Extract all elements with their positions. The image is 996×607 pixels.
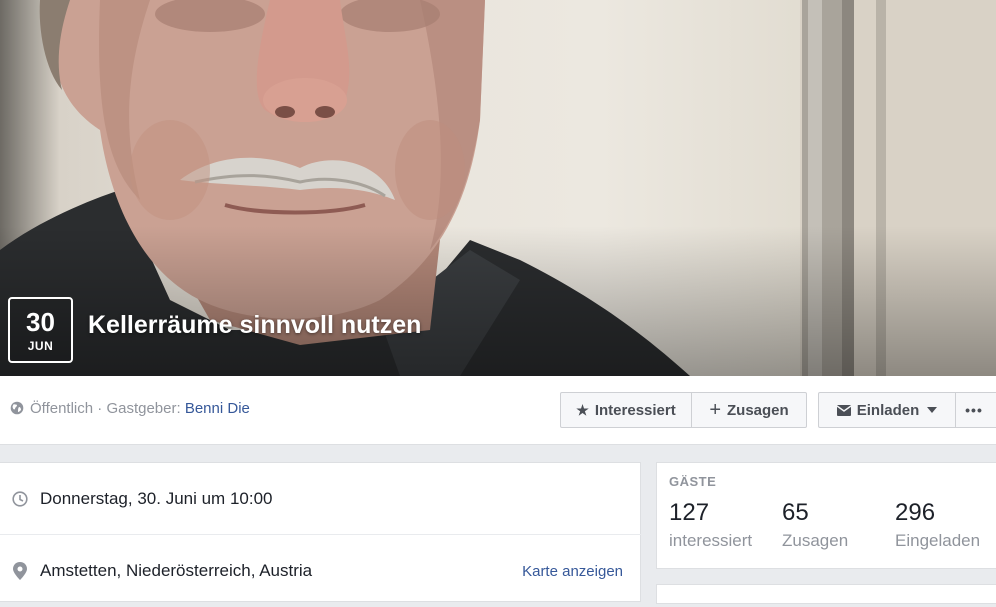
event-action-bar: Öffentlich · Gastgeber: Benni Die ★ Inte… xyxy=(0,376,996,445)
star-icon: ★ xyxy=(576,401,589,418)
interested-count: 127 xyxy=(669,499,710,526)
next-card-stub xyxy=(656,584,996,604)
privacy-label: Öffentlich xyxy=(30,400,94,417)
event-details-card: Donnerstag, 30. Juni um 10:00 Amstetten,… xyxy=(0,462,641,602)
invited-count: 296 xyxy=(895,499,936,526)
guests-title: GÄSTE xyxy=(669,474,717,489)
event-datetime-row[interactable]: Donnerstag, 30. Juni um 10:00 xyxy=(0,463,641,535)
going-button-label: Zusagen xyxy=(727,401,789,419)
guests-card: GÄSTE 127 interessiert 65 Zusagen 296 Ei… xyxy=(656,462,996,569)
guests-invited-stat[interactable]: 296 Eingeladen xyxy=(895,499,980,551)
guests-going-stat[interactable]: 65 Zusagen xyxy=(782,499,848,551)
host-link[interactable]: Benni Die xyxy=(185,400,250,417)
clock-icon xyxy=(0,490,40,507)
event-date-badge: 30 JUN xyxy=(8,297,73,363)
caret-down-icon xyxy=(927,407,938,413)
event-location-row: Amstetten, Niederösterreich, Austria Kar… xyxy=(0,535,641,607)
interested-button-label: Interessiert xyxy=(594,401,676,419)
invited-count-label: Eingeladen xyxy=(895,531,981,550)
event-cover-photo[interactable]: 30 JUN Kellerräume sinnvoll nutzen xyxy=(0,0,996,376)
date-badge-month: JUN xyxy=(27,339,54,353)
event-location: Amstetten, Niederösterreich, Austria xyxy=(40,561,313,580)
going-button[interactable]: + Zusagen xyxy=(691,392,807,428)
going-count: 65 xyxy=(782,499,809,526)
event-datetime: Donnerstag, 30. Juni um 10:00 xyxy=(40,488,273,508)
globe-icon xyxy=(10,401,24,415)
invite-button[interactable]: Einladen xyxy=(818,392,956,428)
more-options-button[interactable]: ••• xyxy=(955,392,996,428)
interested-button[interactable]: ★ Interessiert xyxy=(560,392,692,428)
envelope-icon xyxy=(836,404,851,416)
interested-count-label: interessiert xyxy=(669,531,753,550)
date-badge-day: 30 xyxy=(26,307,55,337)
host-prefix: Gastgeber: xyxy=(106,400,185,417)
show-map-link[interactable]: Karte anzeigen xyxy=(522,563,623,580)
invite-button-label: Einladen xyxy=(856,401,920,419)
guests-interested-stat[interactable]: 127 interessiert xyxy=(669,499,752,551)
event-meta: Öffentlich · Gastgeber: Benni Die xyxy=(10,400,250,417)
more-options-label: ••• xyxy=(965,402,983,418)
meta-separator: · xyxy=(93,400,107,417)
cover-gradient-overlay xyxy=(0,226,996,376)
going-count-label: Zusagen xyxy=(782,531,849,550)
plus-icon: + xyxy=(709,399,721,421)
event-title: Kellerräume sinnvoll nutzen xyxy=(88,311,422,339)
map-pin-icon xyxy=(0,562,40,580)
